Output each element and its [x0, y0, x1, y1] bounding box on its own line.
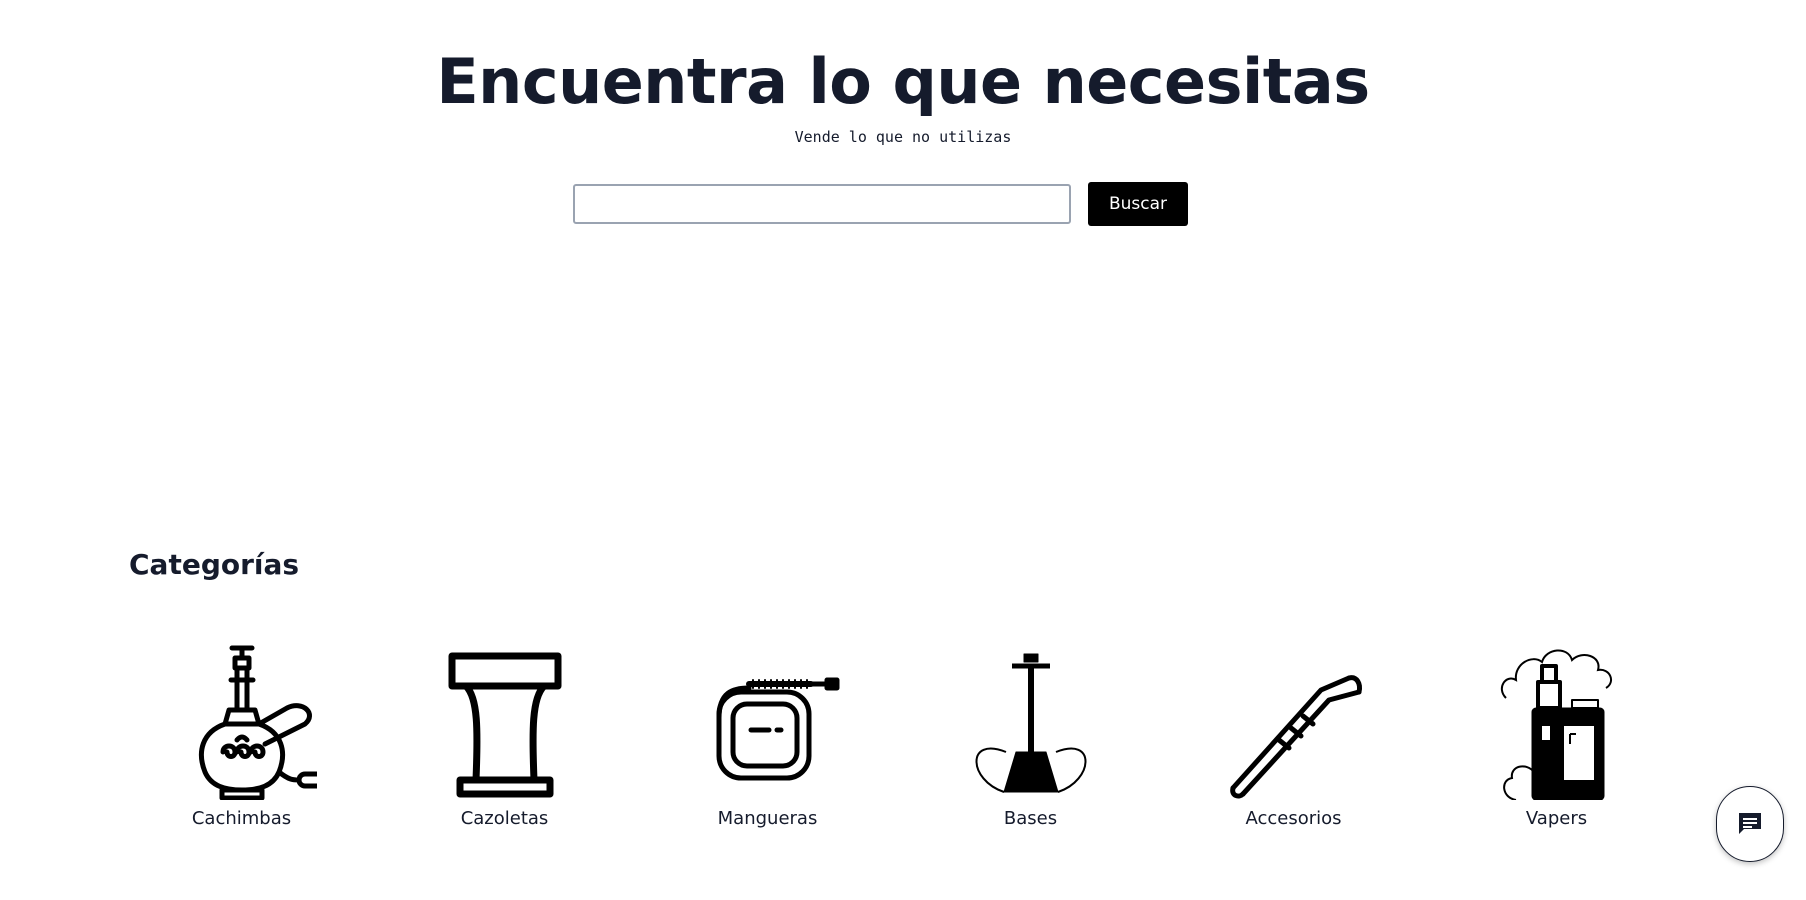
chat-icon	[1739, 813, 1761, 834]
category-vapers[interactable]: Vapers	[1444, 640, 1669, 829]
category-label: Mangueras	[717, 808, 818, 829]
category-mangueras[interactable]: Mangueras	[655, 640, 880, 829]
hookah-icon	[198, 645, 317, 800]
categories-list: Cachimbas Cazoletas Mangueras Bases Acce…	[129, 640, 1669, 829]
hose-icon	[716, 677, 839, 781]
chat-button[interactable]	[1716, 786, 1784, 862]
category-label: Cachimbas	[191, 808, 292, 829]
category-cazoletas[interactable]: Cazoletas	[392, 640, 617, 829]
hero-title: Encuentra lo que necesitas	[436, 45, 1370, 118]
bowl-icon	[448, 652, 561, 798]
category-bases[interactable]: Bases	[918, 640, 1143, 829]
search-button[interactable]: Buscar	[1088, 182, 1188, 226]
hero-subtitle: Vende lo que no utilizas	[794, 128, 1012, 146]
category-label: Cazoletas	[460, 808, 549, 829]
base-icon	[975, 653, 1086, 793]
category-label: Bases	[1003, 808, 1058, 829]
vape-icon	[1500, 649, 1612, 800]
category-cachimbas[interactable]: Cachimbas	[129, 640, 354, 829]
category-accesorios[interactable]: Accesorios	[1181, 640, 1406, 829]
search-bar: Buscar	[573, 182, 1188, 226]
page: Encuentra lo que necesitas Vende lo que …	[0, 0, 1806, 900]
categories-title: Categorías	[129, 548, 300, 581]
category-label: Accesorios	[1245, 808, 1342, 829]
category-label: Vapers	[1525, 808, 1588, 829]
search-input[interactable]	[573, 184, 1071, 224]
tongs-icon	[1229, 675, 1362, 799]
hero: Encuentra lo que necesitas Vende lo que …	[0, 0, 1806, 147]
